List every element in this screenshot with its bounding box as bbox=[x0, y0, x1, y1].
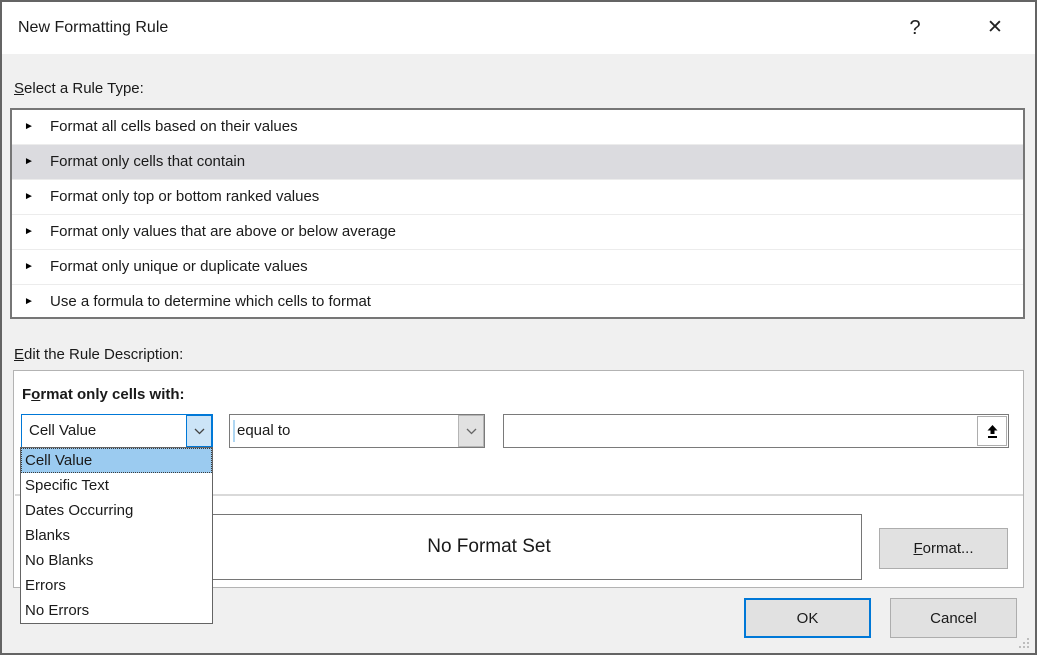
rule-type-item-label: Format only values that are above or bel… bbox=[50, 215, 396, 249]
new-formatting-rule-dialog: New Formatting Rule ? ✕ Select a Rule Ty… bbox=[0, 0, 1037, 655]
close-button[interactable]: ✕ bbox=[978, 2, 1012, 54]
cancel-button[interactable]: Cancel bbox=[890, 598, 1017, 638]
rule-type-item-formula[interactable]: ► Use a formula to determine which cells… bbox=[12, 285, 1023, 319]
rule-type-label: Select a Rule Type: bbox=[14, 80, 144, 97]
format-button[interactable]: Format... bbox=[879, 528, 1008, 569]
rule-type-item-ranked-values[interactable]: ► Format only top or bottom ranked value… bbox=[12, 180, 1023, 215]
rule-arrow-icon: ► bbox=[24, 110, 42, 144]
value-input-wrapper bbox=[503, 414, 1009, 448]
operator-combo-dropdown-button[interactable] bbox=[458, 415, 484, 447]
chevron-down-icon bbox=[466, 428, 477, 435]
rule-type-list: ► Format all cells based on their values… bbox=[10, 108, 1025, 319]
dropdown-item-specific-text[interactable]: Specific Text bbox=[21, 473, 212, 498]
dropdown-item-no-errors[interactable]: No Errors bbox=[21, 598, 212, 623]
rule-arrow-icon: ► bbox=[24, 285, 42, 319]
dialog-title: New Formatting Rule bbox=[18, 2, 168, 54]
rule-type-item-cells-that-contain[interactable]: ► Format only cells that contain bbox=[12, 145, 1023, 180]
rule-type-item-label: Use a formula to determine which cells t… bbox=[50, 285, 371, 319]
ok-button[interactable]: OK bbox=[744, 598, 871, 638]
rule-type-item-label: Format only cells that contain bbox=[50, 145, 245, 179]
cell-value-combo-dropdown-button[interactable] bbox=[186, 415, 212, 447]
rule-arrow-icon: ► bbox=[24, 145, 42, 179]
edit-description-label: Edit the Rule Description: bbox=[14, 346, 183, 363]
rule-type-item-above-below-average[interactable]: ► Format only values that are above or b… bbox=[12, 215, 1023, 250]
operator-combo-value: equal to bbox=[230, 415, 458, 447]
rule-type-item-cell-values[interactable]: ► Format all cells based on their values bbox=[12, 110, 1023, 145]
rule-type-item-label: Format only top or bottom ranked values bbox=[50, 180, 319, 214]
rule-type-item-unique-duplicate[interactable]: ► Format only unique or duplicate values bbox=[12, 250, 1023, 285]
no-format-set-text: No Format Set bbox=[427, 536, 551, 558]
chevron-down-icon bbox=[194, 428, 205, 435]
rule-arrow-icon: ► bbox=[24, 180, 42, 214]
format-cells-with-label: Format only cells with: bbox=[22, 386, 185, 403]
dropdown-item-no-blanks[interactable]: No Blanks bbox=[21, 548, 212, 573]
rule-type-item-label: Format only unique or duplicate values bbox=[50, 250, 308, 284]
rule-arrow-icon: ► bbox=[24, 250, 42, 284]
cell-value-dropdown-list: Cell Value Specific Text Dates Occurring… bbox=[20, 447, 213, 624]
close-icon: ✕ bbox=[987, 17, 1003, 38]
dropdown-item-blanks[interactable]: Blanks bbox=[21, 523, 212, 548]
dropdown-item-cell-value[interactable]: Cell Value bbox=[21, 448, 212, 473]
title-bar: New Formatting Rule ? ✕ bbox=[2, 2, 1035, 54]
dropdown-item-errors[interactable]: Errors bbox=[21, 573, 212, 598]
text-caret bbox=[233, 420, 235, 442]
resize-grip[interactable] bbox=[1017, 636, 1031, 650]
collapse-dialog-icon bbox=[985, 424, 1000, 439]
collapse-dialog-button[interactable] bbox=[977, 416, 1007, 446]
cell-value-combo[interactable]: Cell Value bbox=[21, 414, 213, 448]
rule-arrow-icon: ► bbox=[24, 215, 42, 249]
format-preview-box: No Format Set bbox=[116, 514, 862, 580]
help-icon: ? bbox=[909, 17, 920, 39]
dropdown-item-dates-occurring[interactable]: Dates Occurring bbox=[21, 498, 212, 523]
help-button[interactable]: ? bbox=[898, 2, 932, 54]
value-input[interactable] bbox=[504, 415, 986, 447]
operator-combo[interactable]: equal to bbox=[229, 414, 485, 448]
cell-value-combo-value: Cell Value bbox=[22, 415, 186, 447]
rule-type-item-label: Format all cells based on their values bbox=[50, 110, 298, 144]
